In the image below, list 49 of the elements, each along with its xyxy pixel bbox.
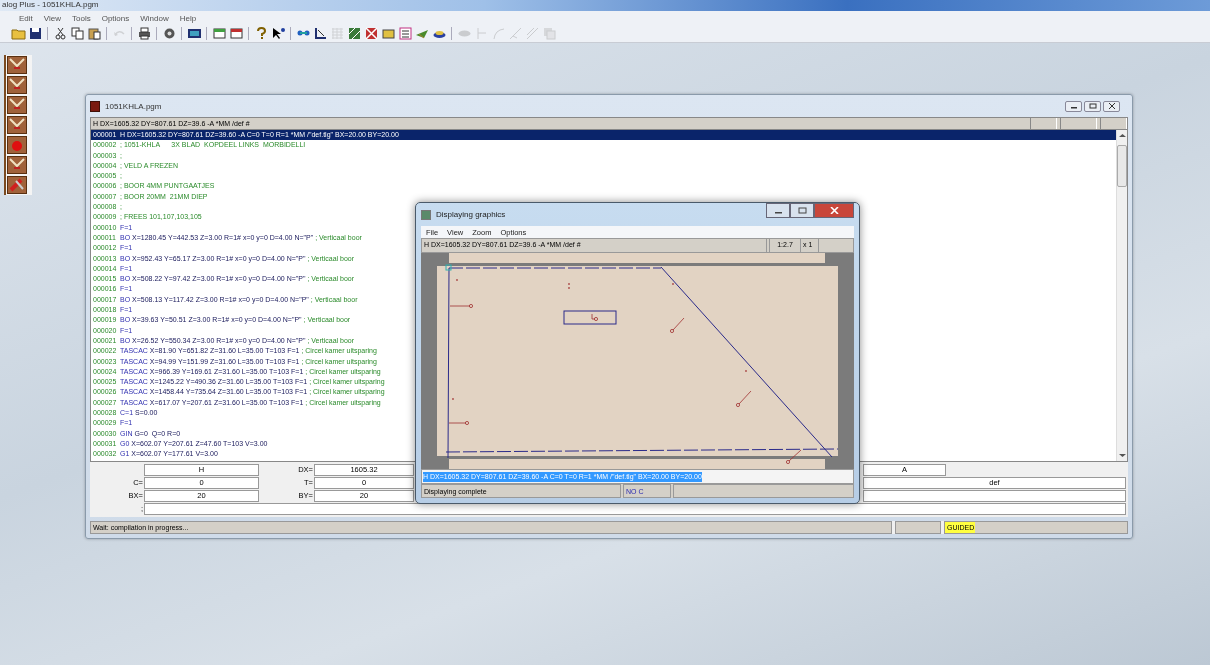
save-icon[interactable] xyxy=(27,25,43,42)
maximize-icon xyxy=(797,207,807,214)
menu-item[interactable]: Edit xyxy=(19,13,33,23)
menu-item[interactable]: Options xyxy=(101,13,130,23)
window-icon xyxy=(421,209,431,220)
window-icon[interactable] xyxy=(211,25,227,42)
input-field[interactable] xyxy=(144,503,1126,515)
close-icon xyxy=(829,207,839,214)
cross-hatch-icon[interactable] xyxy=(363,25,379,42)
window-title: 1051KHLA.pgm xyxy=(105,101,163,111)
close-icon xyxy=(1107,103,1116,109)
menu-item[interactable]: Window xyxy=(140,13,169,23)
paste-icon[interactable] xyxy=(86,25,102,42)
restore-icon xyxy=(1088,103,1097,109)
drafting-icon[interactable] xyxy=(312,25,328,42)
input-field[interactable] xyxy=(863,490,1126,502)
scroll-thumb[interactable] xyxy=(1117,145,1127,187)
hatch-icon[interactable] xyxy=(346,25,362,42)
menu-item[interactable]: Help xyxy=(179,13,197,23)
chevron-tool-icon[interactable] xyxy=(7,56,27,74)
list-icon[interactable] xyxy=(397,25,413,42)
maximize-button[interactable] xyxy=(790,203,814,218)
scroll-down-icon[interactable] xyxy=(1117,452,1127,459)
chevron-tool-icon[interactable] xyxy=(7,96,27,114)
status-pane xyxy=(895,521,941,534)
vertical-scrollbar[interactable] xyxy=(1116,130,1127,461)
pointer-help-icon[interactable] xyxy=(270,25,286,42)
menu-item[interactable]: View xyxy=(43,13,61,23)
dot-tool-icon[interactable] xyxy=(7,136,27,154)
info-pane xyxy=(1030,118,1057,129)
info-pane xyxy=(1060,118,1097,129)
close-button[interactable] xyxy=(814,203,854,218)
close-button[interactable] xyxy=(1103,100,1120,112)
tools-icon[interactable] xyxy=(7,176,27,194)
app-title: alog Plus - 1051KHLA.pgm xyxy=(0,0,1210,11)
scissors-icon[interactable] xyxy=(52,25,68,42)
chevron-tool-icon[interactable] xyxy=(7,76,27,94)
printer-icon[interactable] xyxy=(136,25,152,42)
info-pane xyxy=(1100,118,1127,129)
window-icon[interactable] xyxy=(228,25,244,42)
menu-item[interactable]: Tools xyxy=(72,13,91,23)
document-icon xyxy=(90,100,100,112)
origin-marker xyxy=(445,264,452,271)
window-title: Displaying graphics xyxy=(436,210,507,219)
scroll-up-icon[interactable] xyxy=(1117,132,1127,139)
copy-icon[interactable] xyxy=(69,25,85,42)
chevron-tool-icon[interactable] xyxy=(7,116,27,134)
minimize-button[interactable] xyxy=(1065,100,1082,112)
chevron-tool-icon[interactable] xyxy=(7,156,27,174)
